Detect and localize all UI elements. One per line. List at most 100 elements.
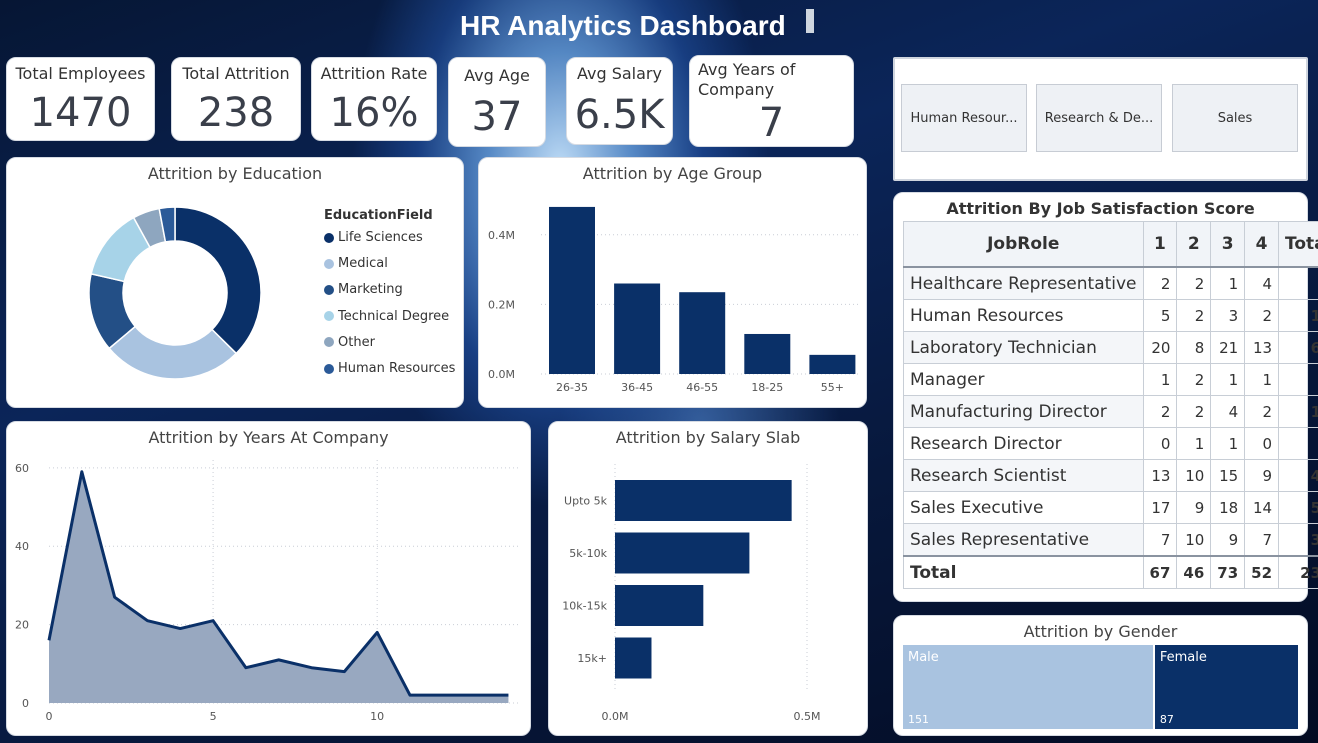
legend-item[interactable]: Marketing <box>324 282 403 297</box>
total-cell: 46 <box>1176 555 1212 589</box>
legend-label: Technical Degree <box>338 308 450 324</box>
column-header[interactable]: JobRole <box>903 221 1144 268</box>
legend-dot <box>324 284 334 295</box>
table-cell-score: 9 <box>1210 523 1246 557</box>
header-marker <box>806 9 814 33</box>
table-cell-total: 58 <box>1278 491 1318 524</box>
table-cell-score: 7 <box>1244 523 1280 557</box>
column-header[interactable]: Total <box>1278 221 1318 268</box>
table-cell-score: 1 <box>1176 427 1212 460</box>
kpi-avg-age: Avg Age 37 <box>448 57 546 147</box>
slicer-button-sales[interactable]: Sales <box>1172 84 1298 152</box>
department-slicer: Human Resour... Research & De... Sales <box>893 57 1308 181</box>
table-cell-score: 1 <box>1244 363 1280 396</box>
legend-dot <box>324 258 334 269</box>
bar-Upto 5k[interactable] <box>615 480 792 521</box>
table-row[interactable]: Sales Executive179181458 <box>903 491 1318 524</box>
table-cell-score: 8 <box>1176 331 1212 364</box>
y-tick-label: 20 <box>15 619 29 632</box>
bar-15k+[interactable] <box>615 637 652 679</box>
table-row[interactable]: Sales Representative7109733 <box>903 523 1318 557</box>
kpi-value: 238 <box>197 90 275 136</box>
table-cell-score: 1 <box>1210 427 1246 460</box>
column-header[interactable]: 4 <box>1244 221 1280 268</box>
kpi-label: Avg Salary <box>577 64 662 83</box>
treemap-tile-male[interactable]: Male 151 <box>903 645 1155 729</box>
table-row[interactable]: Healthcare Representative22149 <box>903 266 1318 300</box>
legend-label: Other <box>338 334 375 350</box>
y-tick-label: 5k-10k <box>569 547 607 560</box>
kpi-label: Total Employees <box>15 64 146 83</box>
table-body: Healthcare Representative22149Human Reso… <box>903 266 1318 589</box>
legend-item[interactable]: Human Resources <box>324 361 455 376</box>
table-cell-score: 20 <box>1142 331 1178 364</box>
table-row[interactable]: Manager12115 <box>903 363 1318 396</box>
table-cell-jobrole: Sales Representative <box>903 523 1144 557</box>
table-cell-score: 2 <box>1176 395 1212 428</box>
kpi-label: Attrition Rate <box>320 64 428 83</box>
table-cell-score: 4 <box>1244 266 1280 300</box>
gender-chart-card: Attrition by Gender Male 151 Female 87 <box>893 615 1308 736</box>
table-cell-score: 9 <box>1176 491 1212 524</box>
table-cell-score: 2 <box>1176 363 1212 396</box>
kpi-value: 6.5K <box>574 92 665 138</box>
table-cell-jobrole: Sales Executive <box>903 491 1144 524</box>
page-title: HR Analytics Dashboard <box>460 10 786 41</box>
kpi-label: Avg Years of Company <box>698 60 796 99</box>
kpi-avg-years: Avg Years of Company 7 <box>689 55 854 147</box>
kpi-attrition-rate: Attrition Rate 16% <box>311 57 437 141</box>
column-header[interactable]: 2 <box>1176 221 1212 268</box>
bar-36-45[interactable] <box>614 283 661 375</box>
gender-treemap: Male 151 Female 87 <box>903 645 1300 729</box>
table-cell-total: 2 <box>1278 427 1318 460</box>
treemap-tile-female[interactable]: Female 87 <box>1154 645 1300 729</box>
y-tick-label: 0.4M <box>488 229 515 242</box>
salary-slab-chart-card: Attrition by Salary Slab 0.0M 0.5M Upto 5k… <box>548 421 868 736</box>
table-cell-score: 14 <box>1244 491 1280 524</box>
table-row[interactable]: Manufacturing Director224210 <box>903 395 1318 428</box>
bar-55+[interactable] <box>809 354 856 374</box>
y-tick-label: 0 <box>22 697 29 710</box>
table-cell-score: 0 <box>1142 427 1178 460</box>
total-label: Total <box>903 555 1144 589</box>
years-company-area-chart: 0 20 40 60 0 5 10 <box>15 460 521 723</box>
bar-5k-10k[interactable] <box>615 532 750 574</box>
y-tick-label: 60 <box>15 462 29 475</box>
bar-26-35[interactable] <box>549 206 595 374</box>
legend-item[interactable]: Medical <box>324 256 388 271</box>
chart-title: Attrition by Gender <box>1023 622 1178 641</box>
kpi-value: 7 <box>758 100 785 146</box>
table-row[interactable]: Research Scientist131015947 <box>903 459 1318 492</box>
table-row[interactable]: Research Director01102 <box>903 427 1318 460</box>
kpi-total-employees: Total Employees 1470 <box>6 57 155 141</box>
treemap-label: Female <box>1159 650 1207 665</box>
table-cell-score: 2 <box>1176 266 1212 300</box>
column-header[interactable]: 3 <box>1210 221 1246 268</box>
table-cell-total: 5 <box>1278 363 1318 396</box>
total-cell: 73 <box>1210 555 1246 589</box>
bar-10k-15k[interactable] <box>615 585 704 626</box>
area-fill <box>49 471 509 703</box>
table-header-row: JobRole 1 2 3 4 Total <box>903 221 1318 268</box>
table-total-row: Total67467352238 <box>903 555 1318 589</box>
bar-18-25[interactable] <box>744 333 791 374</box>
table-cell-jobrole: Human Resources <box>903 299 1144 332</box>
column-header[interactable]: 1 <box>1142 221 1178 268</box>
table-cell-score: 10 <box>1176 459 1212 492</box>
bar-46-55[interactable] <box>679 292 726 374</box>
table-cell-score: 2 <box>1142 266 1178 300</box>
legend-label: Life Sciences <box>338 230 423 245</box>
donut-slice-1[interactable] <box>108 325 238 380</box>
donut-slice-0[interactable] <box>174 206 262 355</box>
slicer-button-human-resources[interactable]: Human Resour... <box>901 84 1027 152</box>
legend-label: Marketing <box>338 282 403 298</box>
table-row[interactable]: Laboratory Technician208211362 <box>903 331 1318 364</box>
slicer-button-research-development[interactable]: Research & De... <box>1036 84 1162 152</box>
table-row[interactable]: Human Resources523212 <box>903 299 1318 332</box>
table-cell-score: 1 <box>1210 266 1246 300</box>
legend-item[interactable]: Life Sciences <box>324 230 423 245</box>
table-cell-score: 21 <box>1210 331 1246 364</box>
legend-item[interactable]: Technical Degree <box>324 309 449 324</box>
kpi-avg-salary: Avg Salary 6.5K <box>566 57 673 145</box>
legend-item[interactable]: Other <box>324 335 375 350</box>
